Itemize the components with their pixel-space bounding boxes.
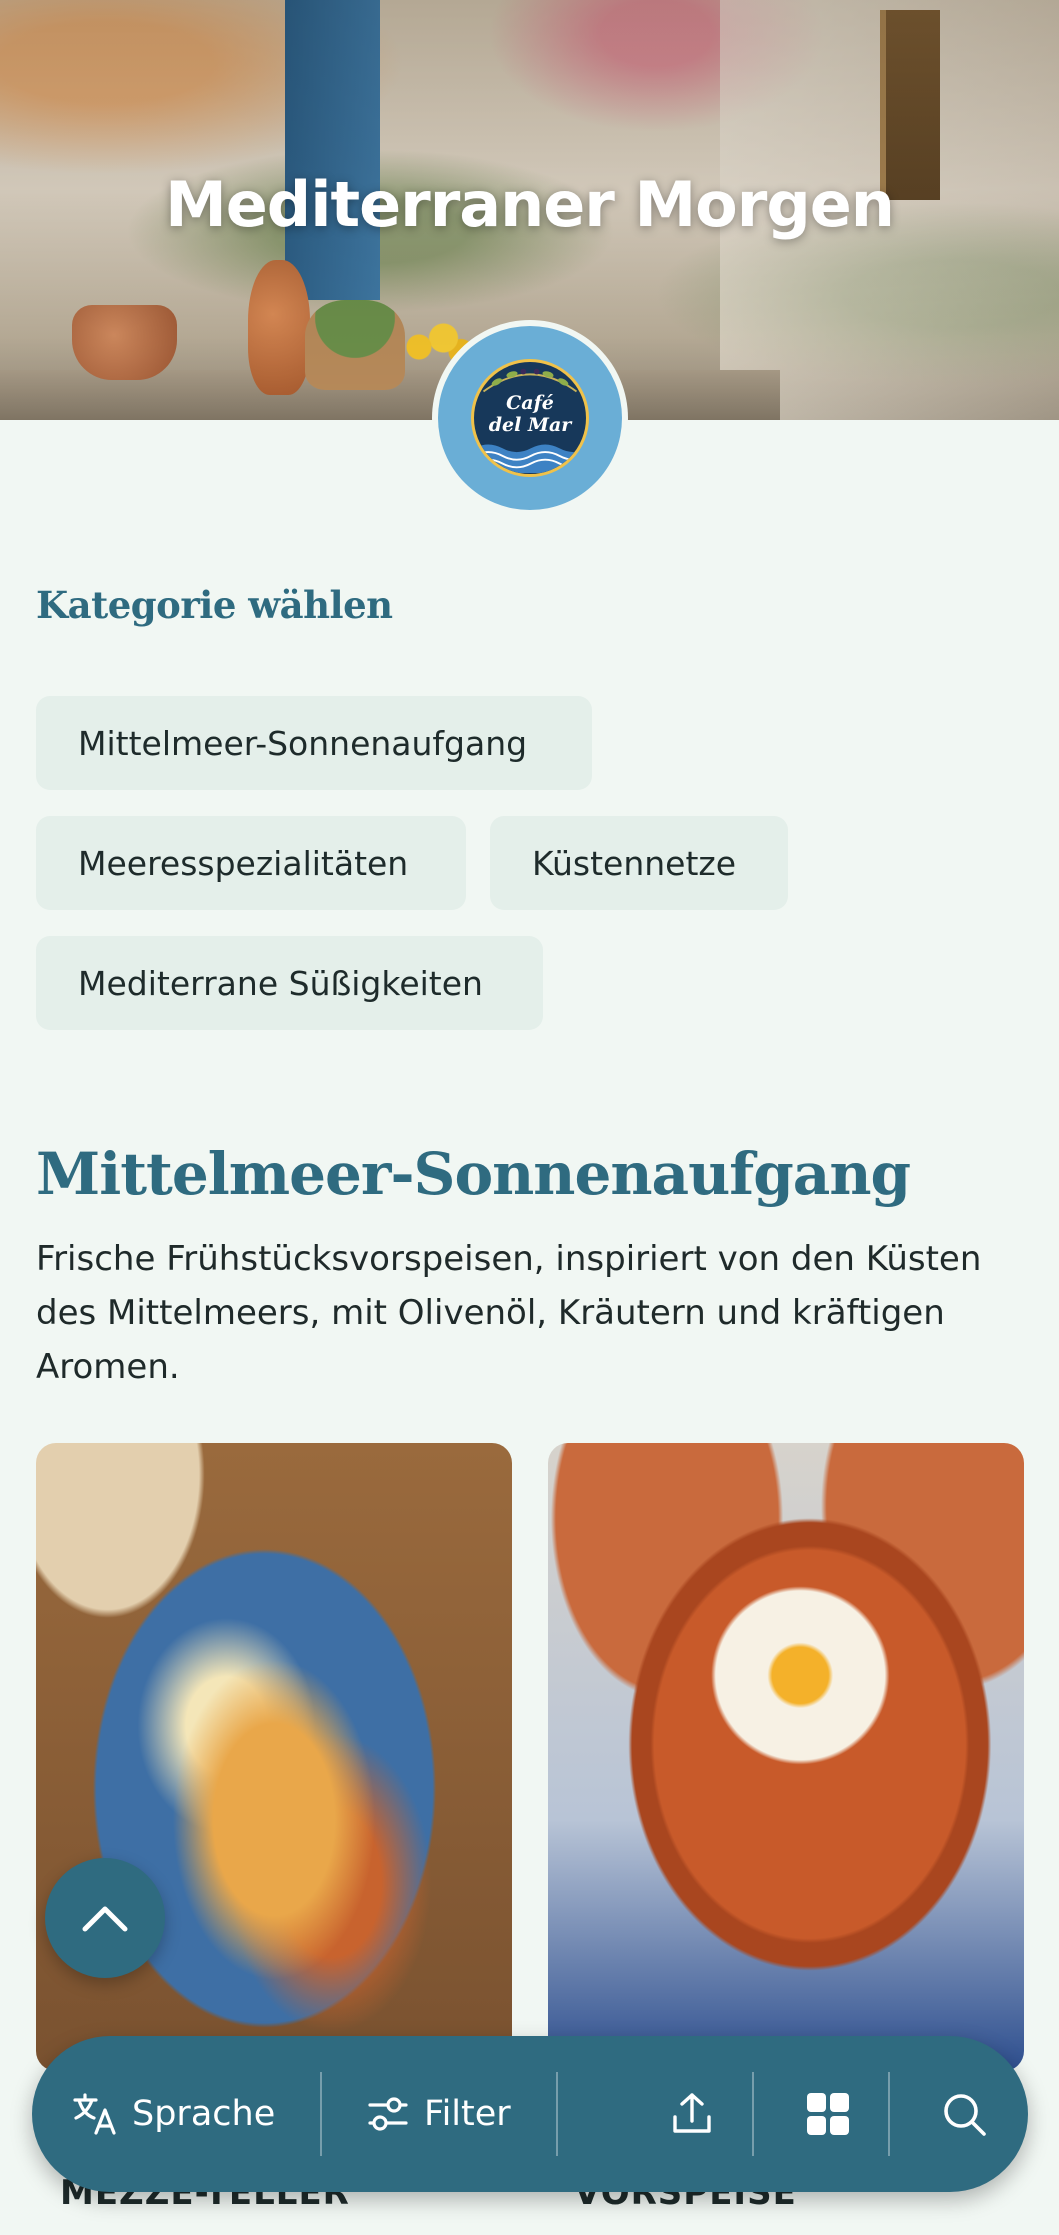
section-description: Frische Frühstücksvorspeisen, inspiriert… xyxy=(36,1239,982,1387)
grid-icon xyxy=(807,2093,849,2135)
bottom-toolbar: Sprache Filter xyxy=(32,2036,1028,2192)
language-label: Sprache xyxy=(132,2094,276,2134)
category-heading: Kategorie wählen xyxy=(36,583,393,627)
filter-button[interactable]: Filter xyxy=(366,2036,566,2192)
filter-label: Filter xyxy=(424,2094,511,2134)
search-icon xyxy=(944,2094,986,2136)
language-button[interactable]: Sprache xyxy=(72,2036,322,2192)
cafe-logo: Café del Mar xyxy=(432,320,628,516)
waves-icon xyxy=(474,444,586,473)
logo-text-line1: Café xyxy=(506,392,554,414)
grid-view-button[interactable] xyxy=(788,2036,868,2192)
category-chip-kuestennetze[interactable]: Küstennetze xyxy=(490,816,788,910)
page-title: Mediterraner Morgen xyxy=(165,168,895,241)
category-chip-label: Mediterrane Süßigkeiten xyxy=(78,963,483,1003)
category-chip-mediterrane-suessigkeiten[interactable]: Mediterrane Süßigkeiten xyxy=(36,936,543,1030)
shakshuka-tagine-photo[interactable] xyxy=(548,1443,1024,2071)
translate-icon xyxy=(73,2093,116,2135)
search-button[interactable] xyxy=(924,2036,1004,2192)
category-chip-meeresspezialitaeten[interactable]: Meeresspezialitäten xyxy=(36,816,466,910)
category-chip-label: Meeresspezialitäten xyxy=(78,843,409,883)
chevron-up-icon xyxy=(82,1906,128,1932)
filter-icon xyxy=(368,2097,408,2131)
category-chip-mittelmeer-sonnenaufgang[interactable]: Mittelmeer-Sonnenaufgang xyxy=(36,696,592,790)
logo-text-line2: del Mar xyxy=(488,414,572,436)
scroll-to-top-button[interactable] xyxy=(45,1858,165,1978)
share-icon xyxy=(673,2093,711,2133)
category-chip-label: Mittelmeer-Sonnenaufgang xyxy=(78,723,528,763)
section-title: Mittelmeer-Sonnenaufgang xyxy=(36,1140,911,1208)
share-button[interactable] xyxy=(652,2036,732,2192)
category-chip-label: Küstennetze xyxy=(532,843,737,883)
